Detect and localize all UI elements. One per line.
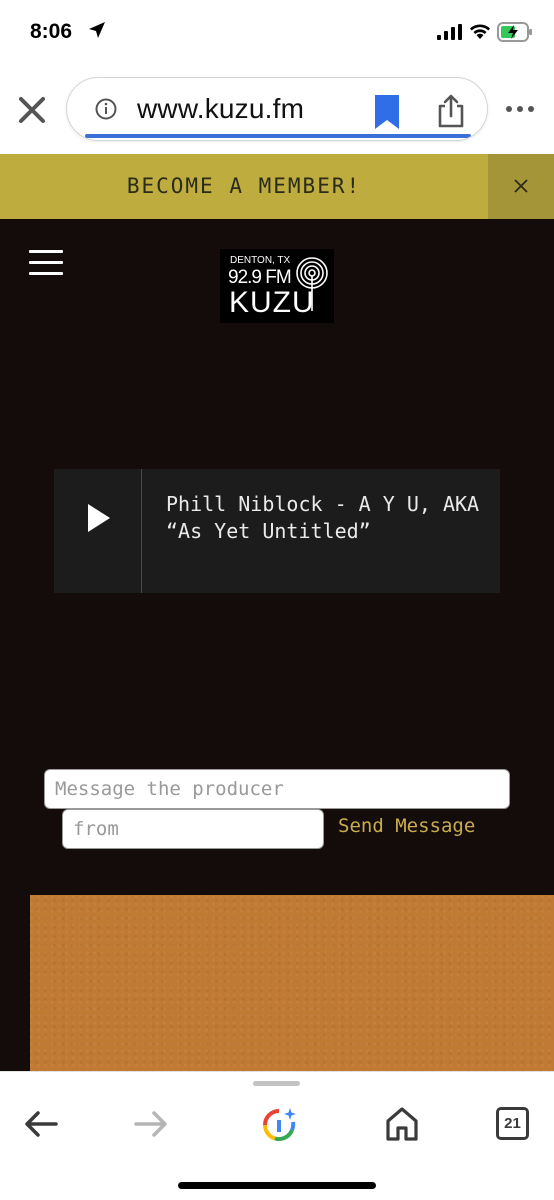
close-icon <box>514 179 528 193</box>
message-producer-input[interactable]: Message the producer <box>44 769 510 809</box>
back-arrow-icon[interactable] <box>24 1110 58 1138</box>
kuzu-logo[interactable]: DENTON, TX 92.9 FM KUZU <box>220 249 334 323</box>
info-icon[interactable] <box>95 98 117 120</box>
wifi-icon <box>470 24 490 39</box>
battery-charging-icon <box>497 22 532 42</box>
page-load-progress <box>85 134 471 138</box>
member-banner[interactable]: BECOME A MEMBER! <box>0 154 554 219</box>
more-options-icon[interactable] <box>504 102 536 116</box>
browser-toolbar: www.kuzu.fm <box>0 66 554 154</box>
play-icon <box>88 504 110 532</box>
home-icon[interactable] <box>385 1106 419 1142</box>
cellular-signal-icon <box>437 24 462 40</box>
now-playing-title: Phill Niblock - A Y U, AKA “As Yet Untit… <box>166 492 480 543</box>
home-indicator[interactable] <box>178 1182 376 1189</box>
bookmark-icon[interactable] <box>371 93 403 131</box>
logo-line-1: DENTON, TX <box>230 255 291 266</box>
logo-line-2: 92.9 FM <box>228 267 291 288</box>
address-bar[interactable]: www.kuzu.fm <box>66 77 488 141</box>
tab-switcher-button[interactable]: 21 <box>496 1107 529 1140</box>
send-message-button[interactable]: Send Message <box>338 815 475 837</box>
from-input[interactable]: from <box>62 809 324 849</box>
toolbar-grab-handle[interactable] <box>253 1081 300 1086</box>
site-content: DENTON, TX 92.9 FM KUZU Phill Niblock - … <box>0 219 554 1071</box>
kuzu-logo-mark: DENTON, TX 92.9 FM KUZU <box>228 255 328 319</box>
google-lens-icon[interactable] <box>260 1106 298 1144</box>
browser-bottom-toolbar: 21 <box>0 1071 554 1200</box>
share-icon[interactable] <box>435 93 467 129</box>
album-art-image <box>30 895 554 1071</box>
forward-arrow-icon[interactable] <box>134 1110 168 1138</box>
status-bar: 8:06 <box>0 0 554 66</box>
banner-close-button[interactable] <box>488 154 554 219</box>
hamburger-menu-icon[interactable] <box>29 250 63 276</box>
close-icon[interactable] <box>16 94 48 126</box>
become-member-link[interactable]: BECOME A MEMBER! <box>0 174 488 198</box>
audio-player: Phill Niblock - A Y U, AKA “As Yet Untit… <box>54 469 500 593</box>
url-text[interactable]: www.kuzu.fm <box>137 93 304 125</box>
status-time: 8:06 <box>30 20 73 43</box>
location-arrow-icon <box>89 22 105 38</box>
play-button[interactable] <box>54 469 142 593</box>
logo-line-3: KUZU <box>229 286 315 319</box>
